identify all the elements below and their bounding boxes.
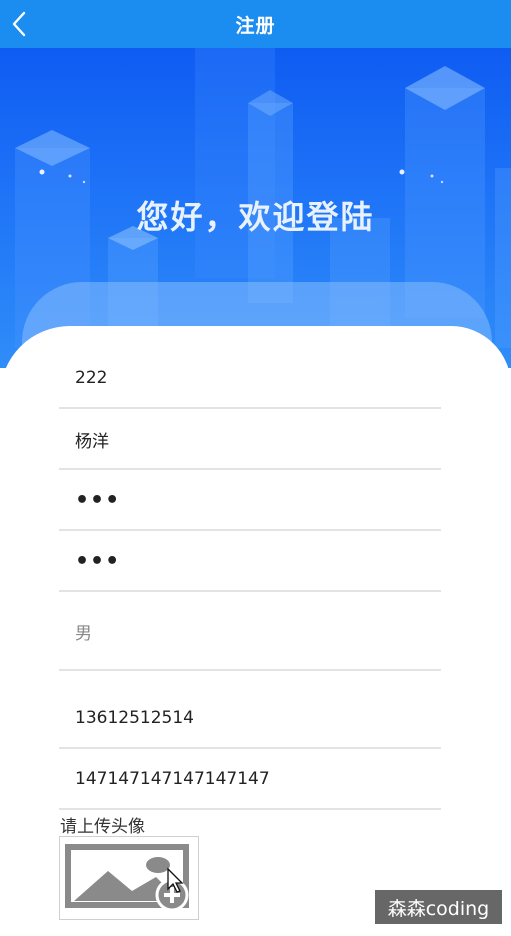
image-upload-icon	[65, 844, 189, 912]
phone-field[interactable]: 13612512514	[59, 689, 441, 749]
gender-field[interactable]: 男	[59, 593, 441, 671]
watermark: 森森coding	[375, 890, 502, 924]
back-button[interactable]	[2, 8, 36, 40]
page-title: 注册	[235, 14, 276, 37]
chevron-left-icon	[12, 11, 26, 37]
id-number-field[interactable]: 147147147147147147	[59, 750, 441, 810]
confirm-password-field[interactable]: •••	[59, 532, 441, 592]
username-field[interactable]: 222	[59, 349, 441, 409]
upload-avatar-button[interactable]	[59, 836, 199, 920]
upload-avatar-label: 请上传头像	[60, 817, 145, 837]
password-field[interactable]: •••	[59, 471, 441, 531]
welcome-heading: 您好，欢迎登陆	[136, 198, 375, 236]
real-name-field[interactable]: 杨洋	[59, 410, 441, 470]
top-navbar: 注册	[0, 0, 511, 48]
